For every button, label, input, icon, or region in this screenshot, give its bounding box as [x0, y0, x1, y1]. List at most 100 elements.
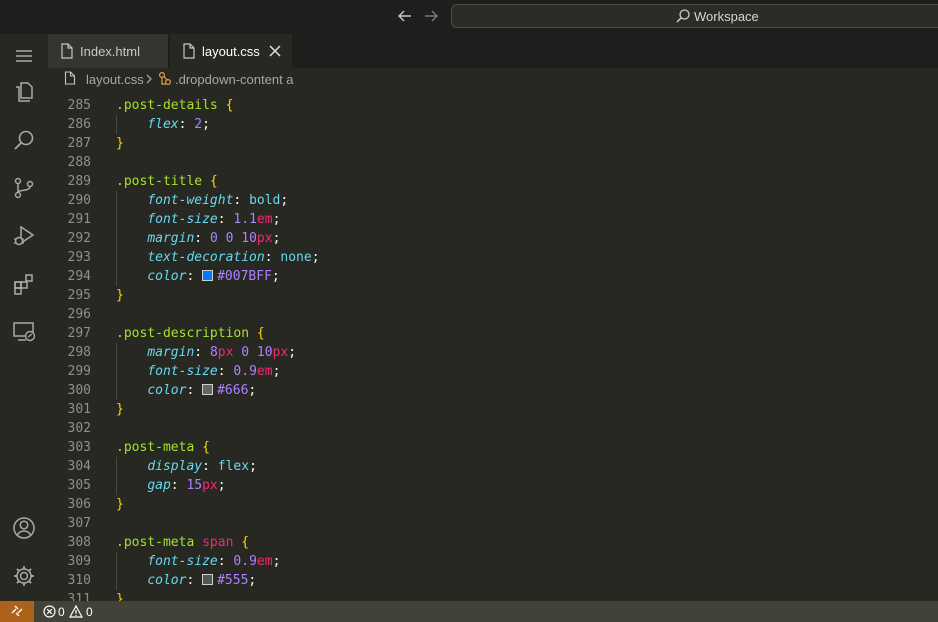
code-line: 295} [48, 286, 938, 305]
line-number: 299 [67, 364, 91, 379]
line-number: 296 [67, 307, 91, 322]
color-value: #555 [217, 573, 249, 588]
chevron-right-icon [146, 74, 152, 84]
arrow-right-icon[interactable] [422, 7, 440, 25]
close-icon[interactable] [268, 44, 282, 58]
code-text: } [116, 134, 124, 153]
code-text: margin: 0 0 10px; [147, 231, 281, 246]
account-icon[interactable] [12, 516, 36, 540]
code-line: 308 .post-meta span { [48, 533, 938, 552]
color-swatch[interactable] [202, 574, 214, 585]
line-number: 294 [67, 269, 91, 284]
line-number: 297 [67, 326, 91, 341]
line-number: 295 [67, 288, 91, 303]
breadcrumb-file[interactable]: layout.css [86, 72, 144, 87]
number: 0 0 10 [209, 231, 257, 246]
activity-bar [0, 34, 48, 601]
code-text: .post-meta { [116, 438, 210, 457]
unit: px [202, 478, 218, 493]
remote-explorer-icon[interactable] [12, 320, 36, 344]
code-line: 311} [48, 590, 938, 601]
property: font-weight [147, 193, 234, 208]
selector: .post-title [116, 174, 203, 189]
remote-icon [11, 605, 23, 617]
code-line: 300 color: #666; [48, 381, 938, 400]
line-number: 289 [67, 174, 91, 189]
code-line: 306} [48, 495, 938, 514]
code-text: flex: 2; [147, 117, 210, 132]
search-icon [676, 9, 690, 23]
unit: px [256, 231, 273, 246]
code-line: 297 .post-description { [48, 324, 938, 343]
tab-layout-css[interactable]: layout.css [170, 34, 292, 68]
line-number: 298 [67, 345, 91, 360]
tab-label: layout.css [202, 44, 260, 59]
brace: } [116, 136, 124, 151]
line-number: 302 [67, 421, 91, 436]
line-number: 306 [67, 497, 91, 512]
file-icon [64, 71, 76, 85]
property: display [147, 459, 203, 474]
file-icon [61, 43, 73, 59]
warning-icon[interactable] [69, 605, 83, 618]
status-bar: 0 0 [0, 601, 938, 622]
brace: } [116, 402, 124, 417]
brace: { [202, 440, 210, 455]
line-number: 309 [67, 554, 91, 569]
number: 0 10 [241, 345, 273, 360]
explorer-icon[interactable] [12, 80, 36, 104]
property: color [147, 383, 187, 398]
settings-gear-icon[interactable] [12, 564, 36, 588]
line-number: 311 [67, 592, 91, 601]
line-number: 287 [67, 136, 91, 151]
file-icon [183, 43, 195, 59]
code-text: .post-meta span { [116, 533, 249, 552]
code-text: font-weight: bold; [147, 193, 289, 208]
error-count[interactable]: 0 [58, 605, 65, 619]
tab-index-html[interactable]: Index.html [48, 34, 168, 68]
brace: { [209, 174, 218, 189]
breadcrumb: layout.css .dropdown-content a [48, 68, 938, 90]
error-icon[interactable] [43, 605, 56, 618]
code-text: .post-description { [116, 324, 265, 343]
selector: .post-description [116, 326, 250, 341]
source-control-icon[interactable] [12, 176, 36, 200]
property: margin [147, 231, 195, 246]
property: color [147, 269, 187, 284]
code-line: 307 [48, 514, 938, 533]
breadcrumb-symbol[interactable]: .dropdown-content a [175, 72, 294, 87]
warning-count[interactable]: 0 [86, 605, 93, 619]
title-bar: Workspace [0, 0, 938, 34]
code-text: } [116, 590, 124, 601]
search-icon[interactable] [12, 128, 36, 152]
code-editor[interactable]: 285 .post-details { 286 flex: 2; 287} 288… [48, 94, 938, 601]
line-number: 288 [67, 155, 91, 170]
value: none [280, 250, 312, 265]
code-line: 310 color: #555; [48, 571, 938, 590]
code-text: .post-details { [116, 96, 233, 115]
color-value: #007BFF [217, 269, 272, 284]
value: bold [249, 193, 281, 208]
code-line: 298 margin: 8px 0 10px; [48, 343, 938, 362]
code-line: 292 margin: 0 0 10px; [48, 229, 938, 248]
menu-icon[interactable] [12, 44, 36, 68]
number: 2 [194, 117, 203, 132]
code-text: .post-title { [116, 172, 218, 191]
code-text: text-decoration: none; [147, 250, 320, 265]
line-number: 307 [67, 516, 91, 531]
remote-indicator[interactable] [0, 601, 34, 622]
color-swatch[interactable] [202, 270, 214, 281]
editor-tab-bar: Index.html layout.css [48, 34, 938, 68]
code-line: 309 font-size: 0.9em; [48, 552, 938, 571]
extensions-icon[interactable] [12, 272, 36, 296]
run-debug-icon[interactable] [12, 224, 36, 248]
unit: em [256, 364, 273, 379]
number: 1.1 [233, 212, 257, 227]
line-number: 291 [67, 212, 91, 227]
color-swatch[interactable] [202, 384, 214, 395]
code-text: display: flex; [147, 459, 257, 474]
arrow-left-icon[interactable] [396, 7, 414, 25]
code-line: 302 [48, 419, 938, 438]
code-line: 299 font-size: 0.9em; [48, 362, 938, 381]
brace: { [241, 535, 250, 550]
